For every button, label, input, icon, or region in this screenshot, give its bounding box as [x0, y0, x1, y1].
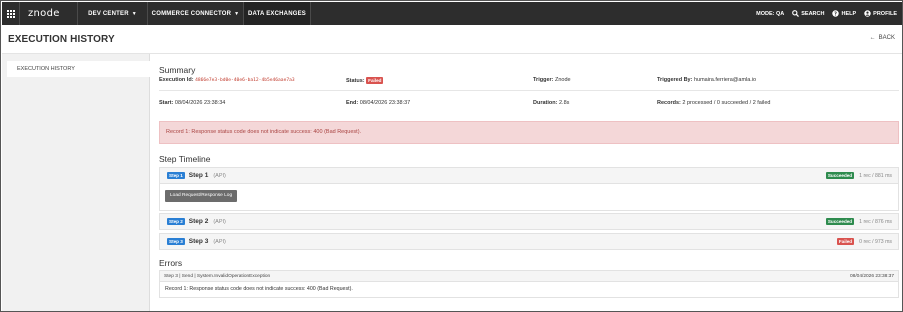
- chevron-down-icon: ▼: [131, 10, 137, 17]
- step-card-1: Step 1 Step 1 (API) Succeeded 1 rec / 88…: [159, 167, 899, 211]
- step-header[interactable]: Step 1 Step 1 (API) Succeeded 1 rec / 88…: [160, 168, 898, 183]
- records-label: Records:: [657, 100, 681, 106]
- nav-data-exchanges[interactable]: DATA EXCHANGES: [244, 2, 311, 25]
- error-timestamp: 08/04/2026 23:38:37: [849, 273, 894, 279]
- page-header: EXECUTION HISTORY ← BACK: [2, 25, 902, 54]
- back-label: BACK: [878, 35, 895, 41]
- start-value: 08/04/2026 23:38:34: [174, 100, 226, 106]
- step-status-badge: Succeeded: [825, 172, 855, 179]
- step-type: (API): [213, 218, 226, 225]
- records-value: 2 processed / 0 succeeded / 2 failed: [682, 100, 771, 106]
- user-icon: [864, 10, 871, 17]
- error-header: Step 3 | Send | System.InvalidOperationE…: [160, 271, 898, 282]
- profile-label: PROFILE: [873, 10, 897, 17]
- duration-value: 2.8s: [558, 100, 570, 106]
- error-card: Step 3 | Send | System.InvalidOperationE…: [159, 270, 899, 298]
- triggered-by-label: Triggered By:: [657, 77, 693, 83]
- error-message: Record 1: Response status code does not …: [160, 282, 898, 297]
- status-label: Status:: [346, 78, 365, 84]
- help-label: HELP: [841, 10, 857, 17]
- nav-right-group: MODE: QA SEARCH ? HELP PROFILE: [756, 2, 902, 25]
- execution-id-label: Execution Id:: [159, 77, 194, 83]
- step-body: Load Request/Response Log: [160, 183, 898, 210]
- load-log-button[interactable]: Load Request/Response Log: [165, 190, 238, 202]
- page-title: EXECUTION HISTORY: [8, 34, 115, 45]
- profile-button[interactable]: PROFILE: [864, 10, 897, 17]
- step-card-2: Step 2 Step 2 (API) Succeeded 1 rec / 87…: [159, 213, 899, 230]
- step-card-3: Step 3 Step 3 (API) Failed 0 rec / 973 m…: [159, 233, 899, 250]
- start-field: Start: 08/04/2026 23:38:34: [159, 100, 225, 106]
- svg-text:?: ?: [835, 11, 838, 17]
- error-source: Step 3 | Send | System.InvalidOperationE…: [164, 273, 271, 279]
- step-number-badge: Step 3: [167, 238, 185, 245]
- nav-dev-center[interactable]: DEV CENTER ▼: [78, 2, 148, 25]
- back-button[interactable]: ← BACK: [870, 35, 895, 41]
- step-status-badge: Succeeded: [825, 218, 855, 225]
- trigger-label: Trigger:: [533, 77, 554, 83]
- step-number-badge: Step 2: [167, 218, 185, 225]
- znode-logo[interactable]: znode: [20, 2, 78, 25]
- step-type: (API): [213, 238, 226, 245]
- end-label: End:: [346, 100, 359, 106]
- error-alert: Record 1: Response status code does not …: [159, 121, 899, 144]
- chevron-down-icon: ▼: [234, 10, 240, 17]
- arrow-left-icon: ←: [869, 35, 876, 41]
- records-field: Records: 2 processed / 0 succeeded / 2 f…: [657, 100, 770, 106]
- app-grid-icon[interactable]: [2, 2, 20, 25]
- execution-id-field: Execution Id: 4866e7e3-bd0e-40e6-ba12-4b…: [159, 77, 295, 83]
- step-type: (API): [213, 172, 226, 179]
- mode-indicator[interactable]: MODE: QA: [756, 11, 784, 17]
- duration-field: Duration: 2.8s: [533, 100, 569, 106]
- nav-data-exchanges-label: DATA EXCHANGES: [247, 10, 307, 17]
- step-status-badge: Failed: [836, 238, 855, 245]
- nav-commerce-connector[interactable]: COMMERCE CONNECTOR ▼: [148, 2, 244, 25]
- start-label: Start:: [159, 100, 174, 106]
- nav-dev-center-label: DEV CENTER: [88, 10, 129, 17]
- execution-id-value: 4866e7e3-bd0e-40e6-ba12-4b5e46aae7a3: [195, 78, 295, 83]
- sidebar-item-execution-history[interactable]: EXECUTION HISTORY: [7, 61, 150, 77]
- search-icon: [792, 10, 800, 17]
- step-name: Step 1: [188, 172, 209, 179]
- trigger-field: Trigger: Znode: [533, 77, 571, 83]
- search-label: SEARCH: [801, 10, 825, 17]
- sidebar: EXECUTION HISTORY: [2, 54, 150, 311]
- step-name: Step 3: [188, 238, 209, 245]
- top-nav: znode DEV CENTER ▼ COMMERCE CONNECTOR ▼ …: [2, 2, 902, 25]
- step-name: Step 2: [188, 218, 209, 225]
- step-header[interactable]: Step 3 Step 3 (API) Failed 0 rec / 973 m…: [160, 234, 898, 249]
- step-stats: 1 rec / 876 ms: [859, 218, 892, 225]
- summary-heading: Summary: [159, 65, 196, 75]
- nav-commerce-connector-label: COMMERCE CONNECTOR: [151, 10, 232, 17]
- status-badge: Failed: [366, 77, 384, 84]
- step-stats: 1 rec / 881 ms: [859, 172, 892, 179]
- search-button[interactable]: SEARCH: [792, 10, 824, 17]
- app-window: znode DEV CENTER ▼ COMMERCE CONNECTOR ▼ …: [0, 0, 903, 312]
- triggered-by-value: humaira.ferriera@amla.io: [693, 77, 757, 83]
- errors-heading: Errors: [159, 258, 183, 268]
- end-value: 08/04/2026 23:38:37: [359, 100, 411, 106]
- trigger-value: Znode: [555, 77, 571, 83]
- end-field: End: 08/04/2026 23:38:37: [346, 100, 410, 106]
- step-number-badge: Step 1: [167, 172, 185, 179]
- help-button[interactable]: ? HELP: [832, 10, 856, 17]
- step-timeline-heading: Step Timeline: [159, 154, 211, 164]
- divider: [159, 90, 899, 91]
- step-stats: 0 rec / 973 ms: [859, 238, 892, 245]
- triggered-by-field: Triggered By: humaira.ferriera@amla.io: [657, 77, 756, 83]
- duration-label: Duration:: [533, 100, 558, 106]
- help-icon: ?: [832, 10, 840, 17]
- step-header[interactable]: Step 2 Step 2 (API) Succeeded 1 rec / 87…: [160, 214, 898, 229]
- status-field: Status: Failed: [346, 77, 384, 84]
